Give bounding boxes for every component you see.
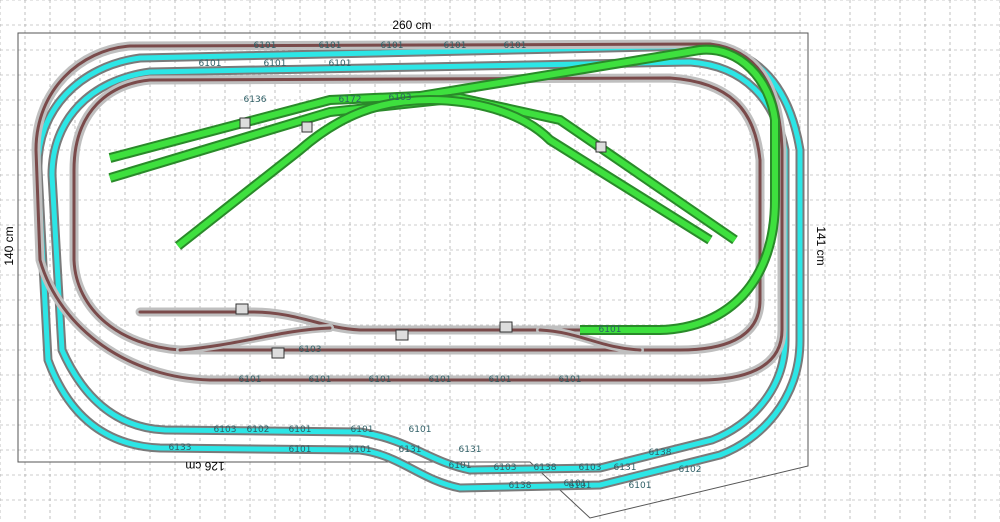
track-part-label: 6138	[534, 463, 557, 473]
track-part-label: 6101	[381, 41, 404, 51]
track-part-label: 6101	[409, 425, 432, 435]
track-part-label: 6103	[494, 463, 517, 473]
track-part-label: 6131	[614, 463, 637, 473]
track-part-label: 6101	[239, 375, 262, 385]
dimension-bottom: 126 cm	[185, 459, 224, 473]
track-part-label: 6131	[399, 445, 422, 455]
track-part-label: 6101	[489, 375, 512, 385]
track-part-label: 6138	[509, 481, 532, 491]
track-part-label: 6131	[459, 445, 482, 455]
track-part-label: 6133	[169, 443, 192, 453]
track-part-label: 6102	[679, 465, 702, 475]
dimension-right: 141 cm	[814, 226, 828, 265]
track-part-label: 6101	[369, 375, 392, 385]
track-layout-plan: 260 cm 140 cm 141 cm 126 cm 6101 6101 61…	[0, 0, 1000, 522]
track-part-label: 6101	[349, 445, 372, 455]
track-part-label: 6101	[559, 375, 582, 385]
track-part-label: 6101	[289, 445, 312, 455]
track-part-label: 6101	[444, 41, 467, 51]
track-part-label: 6101	[319, 41, 342, 51]
track-part-label: 6103	[579, 463, 602, 473]
track-part-label: 6103	[299, 345, 322, 355]
track-part-label: 6101	[309, 375, 332, 385]
track-part-label: 6102	[247, 425, 270, 435]
track-part-label: 6101	[599, 325, 622, 335]
track-part-label: 6101	[449, 461, 472, 471]
dimension-left: 140 cm	[2, 226, 16, 265]
track-part-label: 6103	[389, 93, 412, 103]
track-part-label: 6101	[254, 41, 277, 51]
track-part-label: 6101	[564, 479, 587, 489]
track-part-label: 6101	[504, 41, 527, 51]
track-part-label: 6101	[429, 375, 452, 385]
track-part-label: 6172	[339, 95, 362, 105]
track-part-label: 6136	[244, 95, 267, 105]
track-part-label: 6101	[289, 425, 312, 435]
track-labels: 6101 6101 6101 6101 6101 6101 6101 6101 6103 6102…	[169, 41, 702, 491]
track-part-label: 6101	[264, 59, 287, 69]
track-part-label: 6101	[629, 481, 652, 491]
track-part-label: 6101	[199, 59, 222, 69]
dimension-top: 260 cm	[392, 18, 431, 32]
track-part-label: 6138	[649, 448, 672, 458]
track-part-label: 6103	[214, 425, 237, 435]
cyan-track-loop	[33, 41, 805, 493]
track-part-label: 6101	[351, 425, 374, 435]
track-part-label: 6101	[329, 59, 352, 69]
